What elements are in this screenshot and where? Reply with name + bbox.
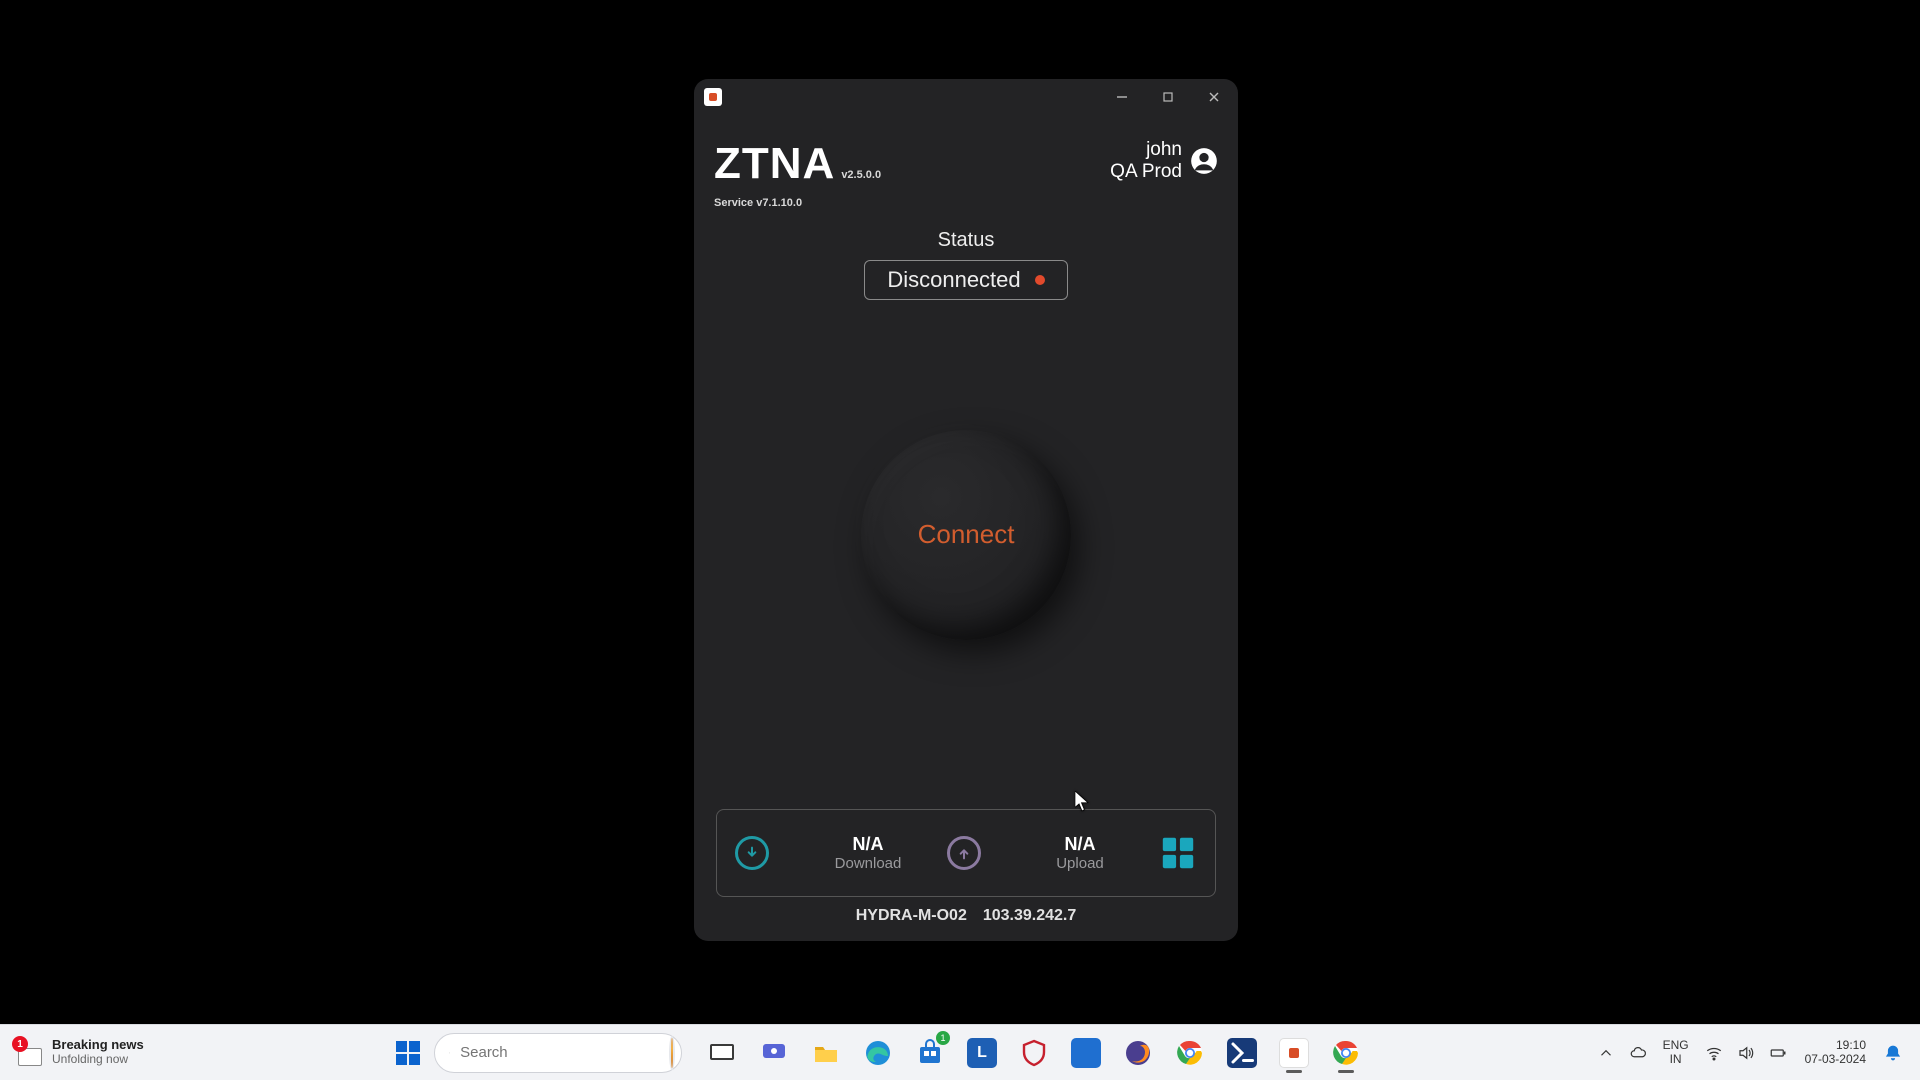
chrome-icon (1331, 1038, 1361, 1068)
firefox-icon (1123, 1038, 1153, 1068)
clock-date: 07-03-2024 (1805, 1053, 1866, 1067)
apps-grid-button[interactable] (1159, 834, 1197, 872)
chrome-icon (1175, 1038, 1205, 1068)
user-name: john (1110, 139, 1182, 161)
ztna-window: ZTNA v2.5.0.0 Service v7.1.10.0 john QA … (694, 79, 1238, 941)
bell-icon (1884, 1044, 1902, 1062)
titlebar (694, 79, 1238, 115)
taskbar-app-chrome-1[interactable] (1168, 1031, 1212, 1075)
news-subtitle: Unfolding now (52, 1053, 144, 1067)
upload-icon (947, 836, 981, 870)
tray-volume[interactable] (1733, 1040, 1759, 1066)
maximize-button[interactable] (1154, 83, 1182, 111)
store-badge-icon: 1 (936, 1031, 950, 1045)
chat-icon (759, 1038, 789, 1068)
news-icon: 1 (16, 1038, 44, 1066)
taskbar-app-blue[interactable] (1064, 1031, 1108, 1075)
upload-value: N/A (1001, 834, 1159, 855)
cloud-icon (1629, 1044, 1647, 1062)
taskbar-app-mcafee[interactable] (1012, 1031, 1056, 1075)
notifications-button[interactable] (1880, 1040, 1906, 1066)
download-icon (735, 836, 769, 870)
download-label: Download (789, 855, 947, 872)
taskbar-clock[interactable]: 19:10 07-03-2024 (1805, 1039, 1866, 1067)
taskbar: 1 Breaking news Unfolding now (0, 1024, 1920, 1080)
taskbar-app-file-explorer[interactable] (804, 1031, 848, 1075)
footer-info: HYDRA-M-O02 103.39.242.7 (714, 907, 1218, 925)
download-value: N/A (789, 834, 947, 855)
brand-name: ZTNA (714, 139, 835, 189)
chevron-up-icon (1597, 1044, 1615, 1062)
battery-icon (1769, 1044, 1787, 1062)
minimize-button[interactable] (1108, 83, 1136, 111)
status-label: Status (938, 229, 995, 252)
hostname: HYDRA-M-O02 (856, 907, 967, 925)
news-title: Breaking news (52, 1038, 144, 1053)
status-dot-icon (1035, 275, 1045, 285)
start-button[interactable] (390, 1035, 426, 1071)
user-environment: QA Prod (1110, 161, 1182, 183)
search-input[interactable] (460, 1044, 659, 1061)
taskbar-app-store[interactable]: 1 (908, 1031, 952, 1075)
taskbar-app-task-view[interactable] (700, 1031, 744, 1075)
language-code: ENG (1663, 1039, 1689, 1052)
language-indicator[interactable]: ENG IN (1663, 1039, 1689, 1065)
taskbar-app-powershell[interactable] (1220, 1031, 1264, 1075)
taskbar-app-firefox[interactable] (1116, 1031, 1160, 1075)
windows-logo-icon (395, 1040, 421, 1066)
connect-button[interactable]: Connect (861, 430, 1071, 640)
taskbar-app-edge[interactable] (856, 1031, 900, 1075)
ip-address: 103.39.242.7 (983, 907, 1076, 925)
service-version: Service v7.1.10.0 (714, 197, 881, 209)
tray-onedrive[interactable] (1625, 1040, 1651, 1066)
tray-overflow-button[interactable] (1593, 1040, 1619, 1066)
status-pill: Disconnected (864, 260, 1067, 300)
user-avatar-icon (1190, 147, 1218, 175)
tray-wifi[interactable] (1701, 1040, 1727, 1066)
stats-panel: N/A Download N/A Upload (716, 809, 1216, 897)
brand-version: v2.5.0.0 (841, 169, 881, 181)
edge-icon (863, 1038, 893, 1068)
speaker-icon (1737, 1044, 1755, 1062)
connect-label: Connect (918, 519, 1015, 550)
taskbar-search[interactable] (434, 1033, 682, 1073)
folder-icon (811, 1038, 841, 1068)
taskbar-app-ztna[interactable] (1272, 1031, 1316, 1075)
taskbar-app-chrome-2[interactable] (1324, 1031, 1368, 1075)
taskbar-app-l[interactable]: L (960, 1031, 1004, 1075)
app-icon (704, 88, 722, 106)
taskbar-app-chat[interactable] (752, 1031, 796, 1075)
user-menu[interactable]: john QA Prod (1110, 139, 1218, 183)
task-view-icon (707, 1038, 737, 1068)
search-highlight-icon (669, 1036, 675, 1070)
status-value: Disconnected (887, 267, 1020, 293)
wifi-icon (1705, 1044, 1723, 1062)
language-region: IN (1663, 1053, 1689, 1066)
close-button[interactable] (1200, 83, 1228, 111)
search-icon (449, 1044, 450, 1062)
upload-label: Upload (1001, 855, 1159, 872)
clock-time: 19:10 (1805, 1039, 1866, 1053)
news-widget[interactable]: 1 Breaking news Unfolding now (0, 1038, 390, 1067)
shield-icon (1019, 1038, 1049, 1068)
tray-battery[interactable] (1765, 1040, 1791, 1066)
